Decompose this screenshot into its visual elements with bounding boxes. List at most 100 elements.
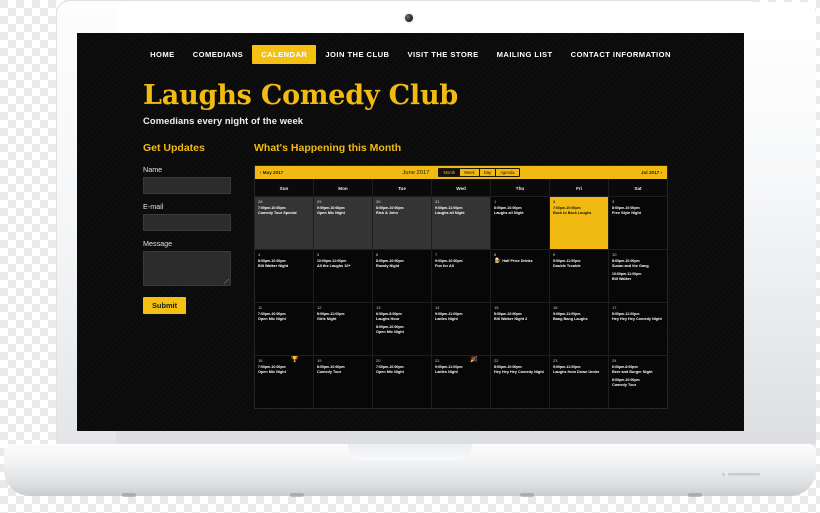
- calendar-event[interactable]: 8:00pm-10:00pm Bill Walker Night 2: [494, 312, 546, 322]
- calendar-day-cell[interactable]: 14 9:00pm-11:00pm Ladies Night: [431, 303, 490, 355]
- calendar-day-cell[interactable]: 21 🎉 9:00pm-11:00pm Ladies Night: [431, 356, 490, 408]
- laptop-foot: [520, 493, 534, 497]
- weekday-sun: Sun: [279, 186, 289, 191]
- calendar-event[interactable]: 7:00pm-10:00pm Comedy Tour Special: [258, 206, 310, 216]
- calendar-day-cell[interactable]: 6 8:00pm-10:00pm Rowdy Night: [372, 250, 431, 302]
- calendar-event[interactable]: 9:00pm-11:00pm Laughs all Night: [435, 206, 487, 216]
- nav-item-contact-information[interactable]: CONTACT INFORMATION: [562, 45, 680, 64]
- event-name: Half Price Drinks: [502, 259, 533, 263]
- calendar-event[interactable]: 9:00pm-11:00pm Ladies Night: [435, 365, 487, 375]
- calendar-event[interactable]: 6:00pm-8:00pm Beer and Burger Night: [612, 365, 664, 375]
- calendar-day-cell[interactable]: 5 10:00pm-11:00pm All the Laughs 10+: [313, 250, 372, 302]
- calendar-column: What's Happening this Month ‹ May 2017 J…: [254, 142, 668, 409]
- calendar-day-cell[interactable]: 24 6:00pm-8:00pm Beer and Burger Night 8:00…: [608, 356, 667, 408]
- calendar-day-cell[interactable]: 31 9:00pm-11:00pm Laughs all Night: [431, 197, 490, 249]
- website-viewport: HOME COMEDIANS CALENDAR JOIN THE CLUB VI…: [77, 33, 744, 431]
- calendar-day-cell[interactable]: 7 9:00pm-10:00pm Fun for All: [431, 250, 490, 302]
- calendar-event[interactable]: 9:00pm-11:00pm Ladies Night: [435, 312, 487, 322]
- calendar-day-cell[interactable]: 3 8:00pm-10:00pm Free Style Night: [608, 197, 667, 249]
- calendar-event[interactable]: 8:00pm-10:00pm Rick & John: [376, 206, 428, 216]
- day-badge-icon: 🎉: [470, 357, 478, 363]
- calendar-day-cell[interactable]: 12 8:00pm-11:00pm Girls Night: [313, 303, 372, 355]
- calendar-event[interactable]: 7:00pm-10:00pm Open Mic Night: [376, 365, 428, 375]
- calendar-day-cell[interactable]: 28 7:00pm-10:00pm Comedy Tour Special: [255, 197, 313, 249]
- calendar-event[interactable]: 8:00pm-10:00pm Hey Hey Hey Comedy Night: [494, 365, 546, 375]
- calendar-event[interactable]: 9:00pm-11:00pm Laughs from Down Under: [553, 365, 605, 375]
- calendar-day-cell[interactable]: 17 8:00pm-11:00pm Hey Hey Hey Comedy Night: [608, 303, 667, 355]
- calendar-day-cell[interactable]: 9 9:00pm-11:00pm Double Trouble: [549, 250, 608, 302]
- calendar-day-cell[interactable]: 1 8:00pm-10:00pm Laughs all Night: [490, 197, 549, 249]
- calendar-event[interactable]: 8:00pm-10:00pm Rowdy Night: [376, 259, 428, 269]
- weekday-header: Sun Mon Tue Wed Thu Fri Sat: [255, 179, 667, 196]
- calendar-day-cell[interactable]: 16 9:00pm-11:00pm Bang Bang Laughs: [549, 303, 608, 355]
- calendar-week-row: 18 🏆 7:00pm-10:00pm Open Mic Night 19 8:00pm-…: [255, 355, 667, 408]
- calendar-day-cell[interactable]: 18 🏆 7:00pm-10:00pm Open Mic Night: [255, 356, 313, 408]
- main-navigation: HOME COMEDIANS CALENDAR JOIN THE CLUB VI…: [77, 33, 744, 64]
- calendar-event[interactable]: 8:00pm-10:00pm Bill Walker Night: [258, 259, 310, 269]
- calendar-event[interactable]: 6:00pm-8:00pm Laughs Hour: [376, 312, 428, 322]
- view-agenda-button[interactable]: Agenda: [496, 168, 519, 177]
- calendar-week-row: 28 7:00pm-10:00pm Comedy Tour Special 29 9:0…: [255, 196, 667, 249]
- calendar-day-cell[interactable]: 4 8:00pm-10:00pm Bill Walker Night: [255, 250, 313, 302]
- calendar-day-cell[interactable]: 10 8:00pm-10:00pm Susan and the Gang 10:00p…: [608, 250, 667, 302]
- day-number: 28: [258, 199, 263, 204]
- laptop-screen: HOME COMEDIANS CALENDAR JOIN THE CLUB VI…: [77, 33, 744, 431]
- event-name: Bill Walker: [612, 276, 632, 281]
- calendar-day-cell[interactable]: 11 7:00pm-10:00pm Open Mic Night: [255, 303, 313, 355]
- calendar-day-cell[interactable]: 29 9:00pm-10:00pm Open Mic Night: [313, 197, 372, 249]
- view-week-button[interactable]: Week: [460, 168, 480, 177]
- calendar-event[interactable]: 8:00pm-11:00pm Hey Hey Hey Comedy Night: [612, 312, 664, 322]
- calendar-event[interactable]: 10:00pm-11:00pm Bill Walker: [612, 272, 664, 282]
- nav-item-calendar[interactable]: CALENDAR: [252, 45, 317, 64]
- email-label: E-mail: [143, 202, 164, 211]
- message-label: Message: [143, 239, 173, 248]
- calendar-day-cell[interactable]: 8 🍺 Half Price Drinks: [490, 250, 549, 302]
- calendar-day-cell[interactable]: 30 8:00pm-10:00pm Rick & John: [372, 197, 431, 249]
- event-name: Laughs Hour: [376, 316, 400, 321]
- calendar-event[interactable]: 8:00pm-10:00pm Comedy Tour: [612, 378, 664, 388]
- calendar-day-cell[interactable]: 20 7:00pm-10:00pm Open Mic Night: [372, 356, 431, 408]
- message-field[interactable]: [143, 251, 231, 286]
- calendar-event[interactable]: 7:00pm-10:00pm Open Mic Night: [258, 312, 310, 322]
- calendar-event[interactable]: 7:00pm-10:00pm Back to Back Laughs: [553, 206, 605, 216]
- submit-button[interactable]: Submit: [143, 297, 187, 314]
- nav-item-mailing-list[interactable]: MAILING LIST: [488, 45, 562, 64]
- calendar-event[interactable]: 9:00pm-10:00pm Open Mic Night: [317, 206, 369, 216]
- calendar-event[interactable]: 8:00pm-10:00pm Laughs all Night: [494, 206, 546, 216]
- calendar-day-cell[interactable]: 22 8:00pm-10:00pm Hey Hey Hey Comedy Night: [490, 356, 549, 408]
- event-inline: 🍺 Half Price Drinks: [494, 259, 546, 264]
- day-number: 2: [553, 199, 556, 204]
- calendar-day-cell[interactable]: 23 9:00pm-11:00pm Laughs from Down Under: [549, 356, 608, 408]
- email-field[interactable]: [143, 214, 231, 231]
- calendar-day-cell[interactable]: 15 8:00pm-10:00pm Bill Walker Night 2: [490, 303, 549, 355]
- event-name: Laughs all Night: [494, 210, 524, 215]
- nav-item-visit-the-store[interactable]: VISIT THE STORE: [398, 45, 487, 64]
- calendar-event[interactable]: 9:00pm-11:00pm Double Trouble: [553, 259, 605, 269]
- nav-item-join-the-club[interactable]: JOIN THE CLUB: [316, 45, 398, 64]
- calendar-event[interactable]: 9:00pm-10:00pm Fun for All: [435, 259, 487, 269]
- view-month-button[interactable]: Month: [439, 168, 461, 177]
- event-name: Susan and the Gang: [612, 263, 649, 268]
- calendar-day-cell[interactable]: 2 7:00pm-10:00pm Back to Back Laughs: [549, 197, 608, 249]
- calendar-event[interactable]: 🍺 Half Price Drinks: [494, 259, 546, 264]
- beer-icon: 🍺: [494, 258, 501, 265]
- calendar-event[interactable]: 8:00pm-10:00pm Open Mic Night: [376, 325, 428, 335]
- calendar-event[interactable]: 8:00pm-10:00pm Free Style Night: [612, 206, 664, 216]
- event-name: All the Laughs 10+: [317, 263, 351, 268]
- calendar-day-cell[interactable]: 19 8:00pm-10:00pm Comedy Tour: [313, 356, 372, 408]
- nav-item-comedians[interactable]: COMEDIANS: [184, 45, 252, 64]
- name-field[interactable]: [143, 177, 231, 194]
- calendar-event[interactable]: 7:00pm-10:00pm Open Mic Night: [258, 365, 310, 375]
- event-name: Rowdy Night: [376, 263, 400, 268]
- weekday-fri: Fri: [549, 179, 608, 196]
- calendar-day-cell[interactable]: 13 6:00pm-8:00pm Laughs Hour 8:00pm-10:00pm…: [372, 303, 431, 355]
- calendar-event[interactable]: 10:00pm-11:00pm All the Laughs 10+: [317, 259, 369, 269]
- event-name: Ladies Night: [435, 316, 458, 321]
- calendar-event[interactable]: 9:00pm-11:00pm Bang Bang Laughs: [553, 312, 605, 322]
- day-number: 12: [317, 305, 322, 310]
- nav-item-home[interactable]: HOME: [141, 45, 184, 64]
- calendar-event[interactable]: 8:00pm-10:00pm Susan and the Gang: [612, 259, 664, 269]
- calendar-event[interactable]: 8:00pm-11:00pm Girls Night: [317, 312, 369, 322]
- view-day-button[interactable]: Day: [479, 168, 497, 177]
- calendar-event[interactable]: 8:00pm-10:00pm Comedy Tour: [317, 365, 369, 375]
